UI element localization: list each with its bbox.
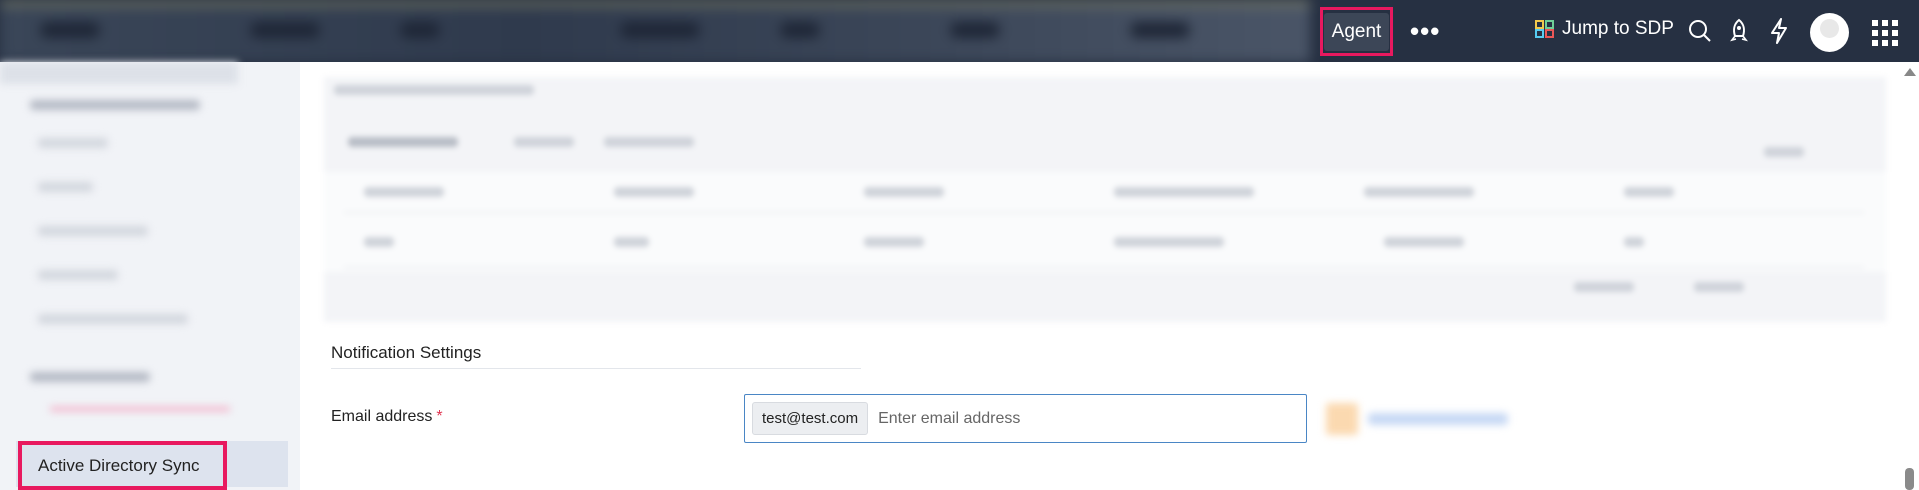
rocket-icon[interactable] xyxy=(1724,16,1754,46)
jump-sdp-icon xyxy=(1535,19,1555,39)
app-grid-icon[interactable] xyxy=(1872,20,1898,46)
blurred-sidebar-content xyxy=(0,62,300,432)
agent-role-label: Agent xyxy=(1323,12,1390,51)
lightning-icon[interactable] xyxy=(1764,16,1794,46)
blurred-table-card xyxy=(324,77,1886,322)
blurred-action-button[interactable] xyxy=(1326,399,1516,439)
agent-role-button[interactable]: Agent xyxy=(1320,7,1393,56)
email-address-field[interactable]: test@test.com xyxy=(744,394,1307,443)
avatar[interactable] xyxy=(1810,13,1849,52)
blurred-header-content xyxy=(0,0,1310,62)
jump-to-sdp-label: Jump to SDP xyxy=(1562,18,1674,39)
notification-settings-title: Notification Settings xyxy=(331,343,482,362)
top-bar: Agent ••• Jump to SDP xyxy=(0,0,1919,62)
email-chip[interactable]: test@test.com xyxy=(752,402,869,435)
required-mark: * xyxy=(436,408,443,425)
email-input[interactable] xyxy=(878,409,1199,428)
email-label-text: Email address xyxy=(331,408,433,425)
sidebar-item-active-directory-sync[interactable]: Active Directory Sync xyxy=(18,441,227,490)
scroll-thumb[interactable] xyxy=(1905,468,1914,490)
sidebar xyxy=(0,62,300,490)
search-icon[interactable] xyxy=(1685,16,1715,46)
email-address-label: Email address * xyxy=(331,408,443,426)
more-options-icon[interactable]: ••• xyxy=(1410,18,1440,44)
section-divider xyxy=(331,368,861,369)
scroll-up-icon[interactable] xyxy=(1904,68,1916,76)
sidebar-item-label: Active Directory Sync xyxy=(38,455,200,475)
vertical-scrollbar[interactable] xyxy=(1900,62,1919,490)
jump-to-sdp-link[interactable]: Jump to SDP xyxy=(1535,18,1674,40)
